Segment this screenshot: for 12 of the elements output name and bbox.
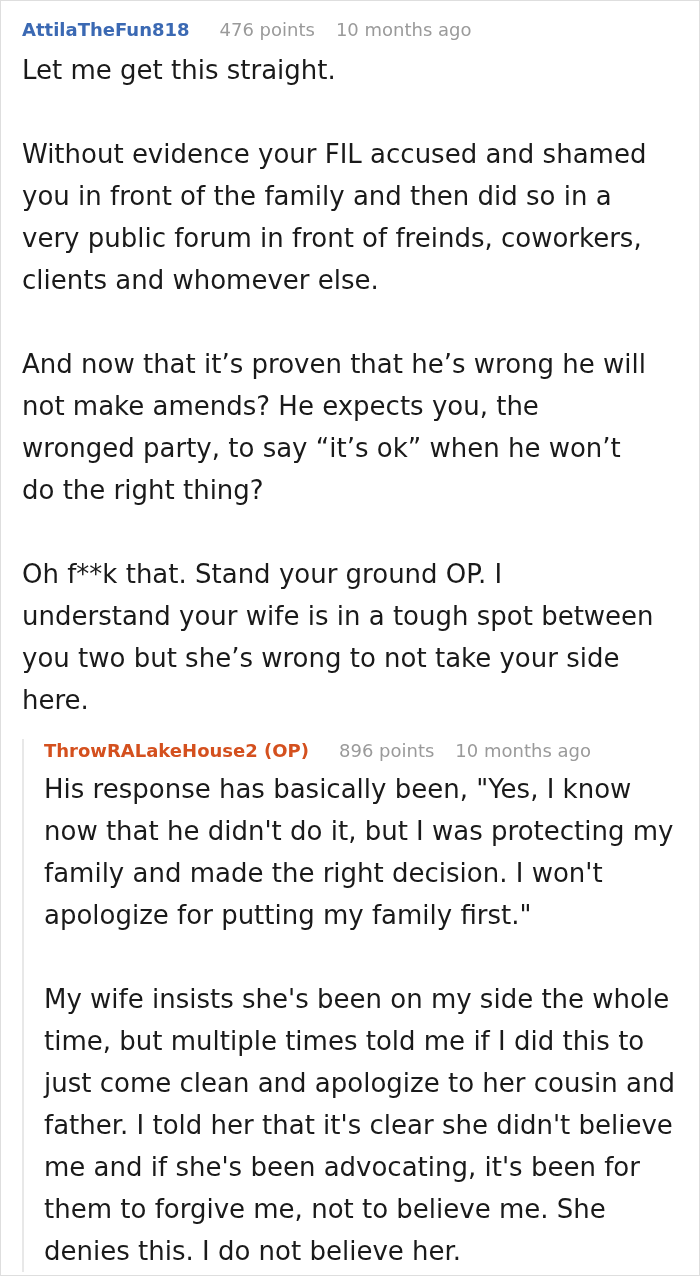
comment-text: His response has basically been, "Yes, I know now that he didn't do it, but I was protecting my family and made the right decision. I won't apologize for putting my family first." <box>44 773 675 932</box>
points-count: 896 points <box>339 739 435 763</box>
comment-text: Without evidence your FIL accused and shamed you in front of the family and then did so in a very public forum in front of freinds, coworkers, clients and whomever else. <box>22 138 648 297</box>
username-link[interactable]: ThrowRALakeHouse2 (OP) <box>44 739 309 763</box>
comment-text: And now that it’s proven that he’s wrong he will not make amends? He expects you, the wronged party, to say “it’s ok” when he won’t do the right thing? <box>22 348 647 507</box>
points-count: 476 points <box>219 18 315 42</box>
comment-text: Oh f**k that. Stand your ground OP. I understand your wife is in a tough spot between you two but she’s wrong to not take your side here. <box>22 558 654 717</box>
timestamp: 10 months ago <box>335 18 472 42</box>
comment-text: My wife insists she's been on my side the whole time, but multiple times told me if I did this to just come clean and apologize to her cousin and father. I told her that it's clear she didn't believe me and if she's been advocating, it's been for them to forgive me, not to believe me. She denies this. I do not believe her. <box>44 983 676 1268</box>
comment-text: Let me get this straight. <box>22 54 337 87</box>
username-link[interactable]: AttilaTheFun818 <box>22 18 190 42</box>
timestamp: 10 months ago <box>455 739 591 763</box>
